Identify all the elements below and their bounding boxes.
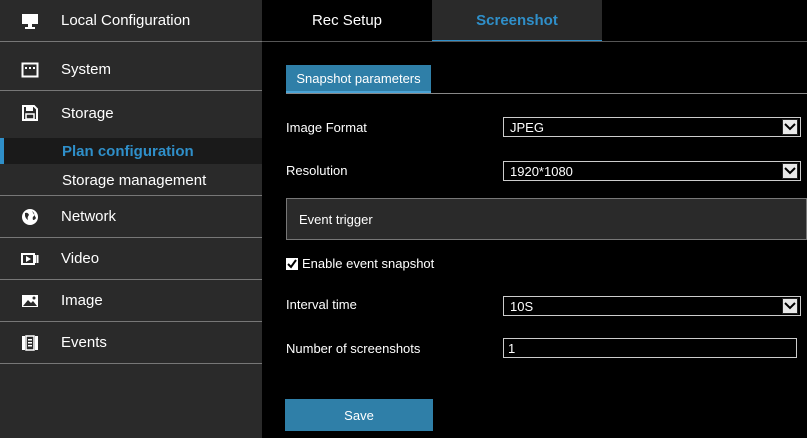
resolution-value: 1920*1080 (510, 163, 573, 179)
image-format-label: Image Format (286, 120, 367, 135)
save-button[interactable]: Save (285, 399, 433, 431)
sidebar-subitem-storage-management[interactable]: Storage management (0, 167, 262, 193)
number-of-screenshots-input[interactable] (503, 338, 797, 358)
tab-bar: Rec Setup Screenshot (262, 0, 807, 42)
interval-time-label: Interval time (286, 297, 357, 312)
interval-time-select[interactable]: 10S (503, 296, 801, 316)
tab-divider (262, 41, 807, 42)
events-icon (20, 333, 40, 353)
tab-rec-setup[interactable]: Rec Setup (262, 0, 432, 40)
number-of-screenshots-label: Number of screenshots (286, 341, 421, 356)
interval-time-value: 10S (510, 298, 534, 314)
chevron-down-icon[interactable] (782, 119, 798, 135)
floppy-disk-icon (20, 103, 40, 123)
sidebar-subitem-label: Plan configuration (62, 142, 194, 160)
sidebar-item-label: Events (61, 334, 107, 351)
resolution-select[interactable]: 1920*1080 (503, 161, 801, 181)
sidebar-item-image[interactable]: Image (0, 280, 262, 322)
section-tab-snapshot-parameters[interactable]: Snapshot parameters (286, 65, 431, 93)
sidebar-item-events[interactable]: Events (0, 322, 262, 364)
tab-screenshot[interactable]: Screenshot (432, 0, 602, 42)
sidebar-subitem-label: Storage management (62, 171, 207, 189)
sidebar: Local Configuration System Storage Plan … (0, 0, 262, 438)
sidebar-item-label: Local Configuration (61, 12, 191, 29)
sidebar-item-video[interactable]: Video (0, 238, 262, 280)
event-trigger-title: Event trigger (299, 211, 373, 227)
sidebar-item-network[interactable]: Network (0, 195, 262, 238)
chevron-down-icon[interactable] (782, 163, 798, 179)
enable-event-snapshot-label: Enable event snapshot (302, 256, 435, 271)
sidebar-item-system[interactable]: System (0, 49, 262, 91)
monitor-icon (20, 11, 40, 31)
image-format-value: JPEG (510, 119, 544, 135)
chevron-down-icon[interactable] (782, 298, 798, 314)
section-divider (286, 93, 807, 94)
resolution-label: Resolution (286, 163, 348, 178)
enable-event-snapshot-checkbox[interactable] (286, 257, 298, 270)
image-format-select[interactable]: JPEG (503, 117, 801, 137)
sidebar-item-label: Video (61, 250, 100, 267)
checkmark-icon (287, 258, 297, 269)
sidebar-item-label: Storage (61, 104, 114, 122)
event-trigger-header: Event trigger (286, 198, 807, 240)
image-icon (20, 291, 40, 311)
sidebar-item-label: Network (61, 208, 117, 225)
video-icon (20, 249, 40, 269)
sidebar-item-local-configuration[interactable]: Local Configuration (0, 0, 262, 42)
sidebar-subitem-plan-configuration[interactable]: Plan configuration (0, 138, 262, 164)
sidebar-item-label: System (61, 61, 112, 78)
globe-icon (20, 207, 40, 227)
sidebar-item-label: Image (61, 292, 103, 309)
enable-event-snapshot-row[interactable]: Enable event snapshot (286, 256, 434, 271)
system-icon (20, 60, 40, 80)
sidebar-item-storage[interactable]: Storage (0, 92, 262, 134)
